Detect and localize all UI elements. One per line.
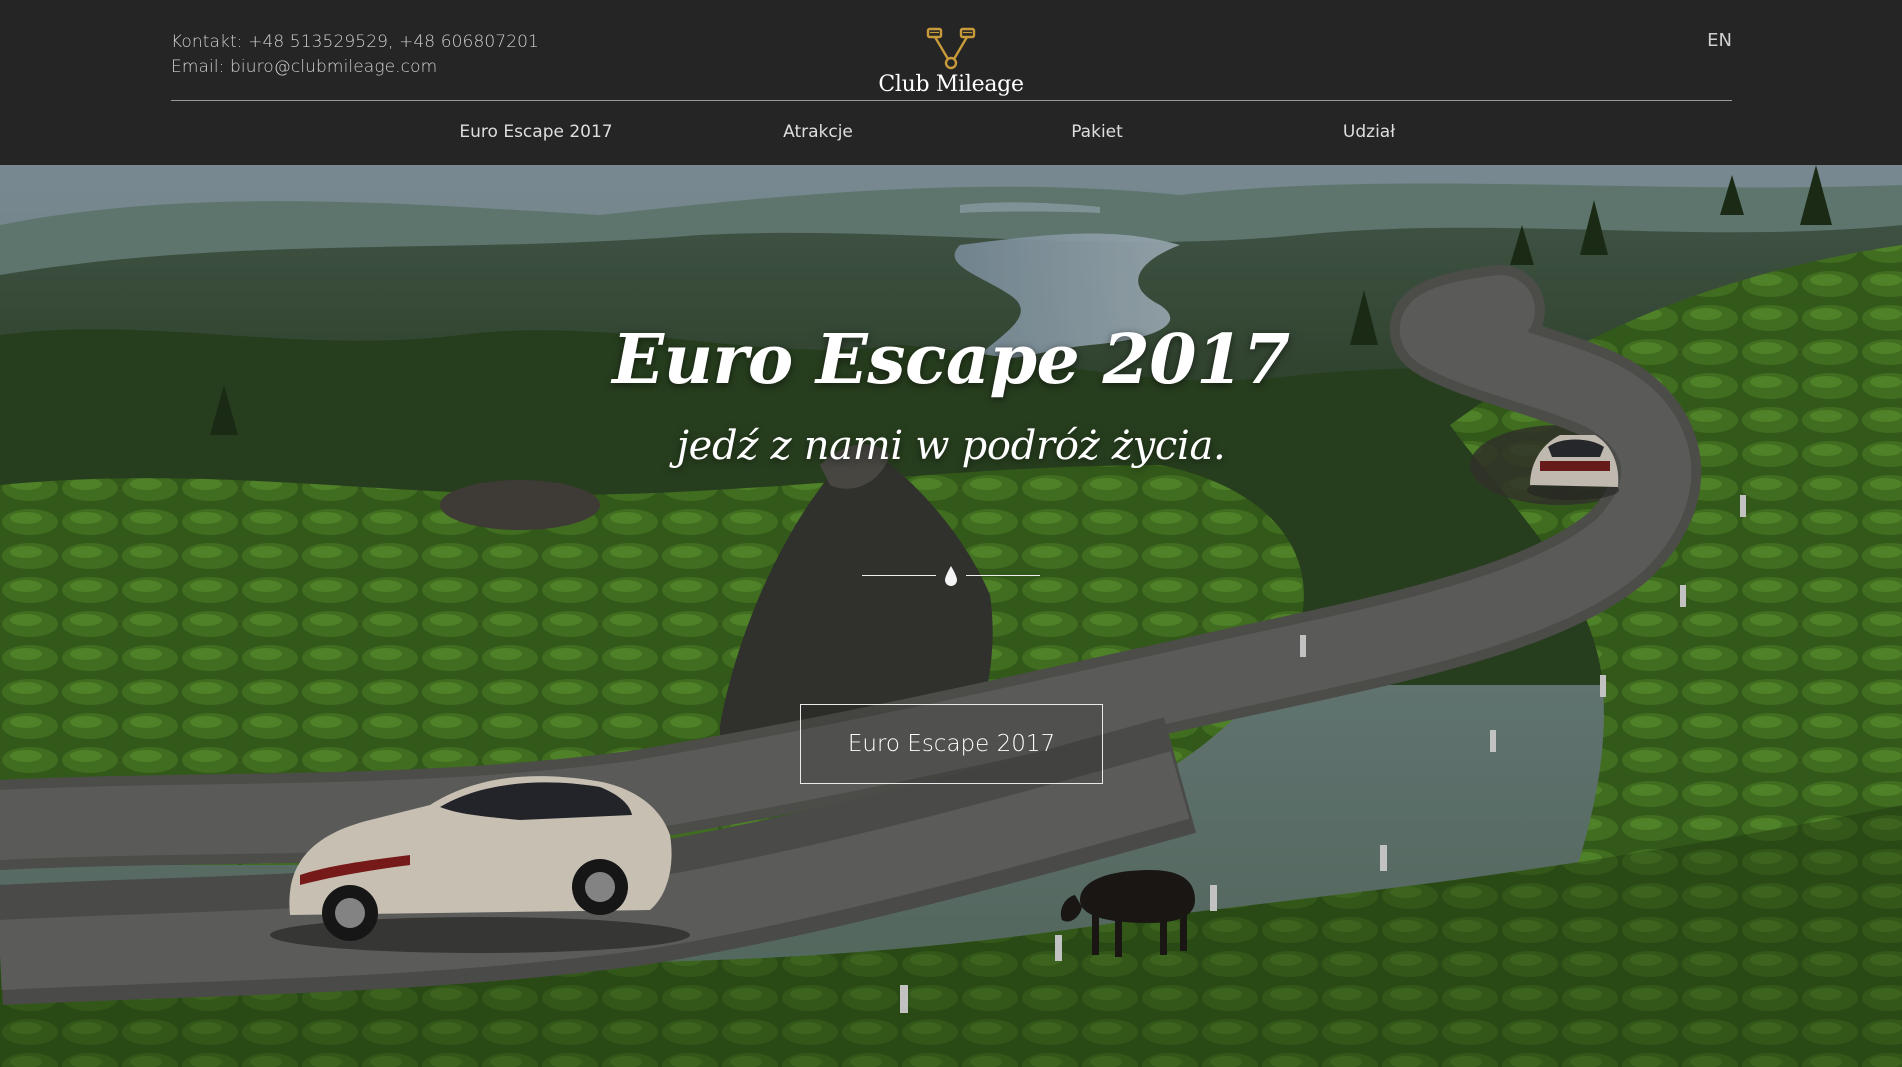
language-switch[interactable]: EN bbox=[1707, 30, 1732, 51]
nav-item-udzial[interactable]: Udział bbox=[1343, 122, 1395, 142]
contact-email[interactable]: Email: biuro@clubmileage.com bbox=[171, 55, 539, 80]
logo-text: Club Mileage bbox=[878, 72, 1024, 97]
pistons-logo-icon bbox=[926, 27, 976, 70]
header-divider bbox=[171, 100, 1732, 101]
hero-subtitle: jedź z nami w podróż życia. bbox=[676, 423, 1226, 469]
mountain-road-photo-icon bbox=[0, 165, 1902, 1067]
contact-info: Kontakt: +48 513529529, +48 606807201 Em… bbox=[171, 30, 539, 80]
divider-line-left bbox=[862, 575, 936, 576]
hero-title: Euro Escape 2017 bbox=[612, 320, 1290, 400]
euro-escape-button[interactable]: Euro Escape 2017 bbox=[800, 704, 1103, 784]
main-nav: Euro Escape 2017 Atrakcje Pakiet Udział bbox=[0, 122, 1902, 146]
nav-item-euro-escape-2017[interactable]: Euro Escape 2017 bbox=[459, 122, 612, 142]
divider-line-right bbox=[966, 575, 1040, 576]
site-logo[interactable]: Club Mileage bbox=[851, 26, 1051, 98]
hero-section: Euro Escape 2017 jedź z nami w podróż ży… bbox=[0, 165, 1902, 1067]
site-header: Kontakt: +48 513529529, +48 606807201 Em… bbox=[0, 0, 1902, 165]
decorative-divider bbox=[862, 563, 1040, 587]
contact-phone: Kontakt: +48 513529529, +48 606807201 bbox=[171, 32, 539, 52]
nav-item-atrakcje[interactable]: Atrakcje bbox=[783, 122, 853, 142]
drop-icon bbox=[945, 566, 957, 586]
nav-item-pakiet[interactable]: Pakiet bbox=[1071, 122, 1123, 142]
